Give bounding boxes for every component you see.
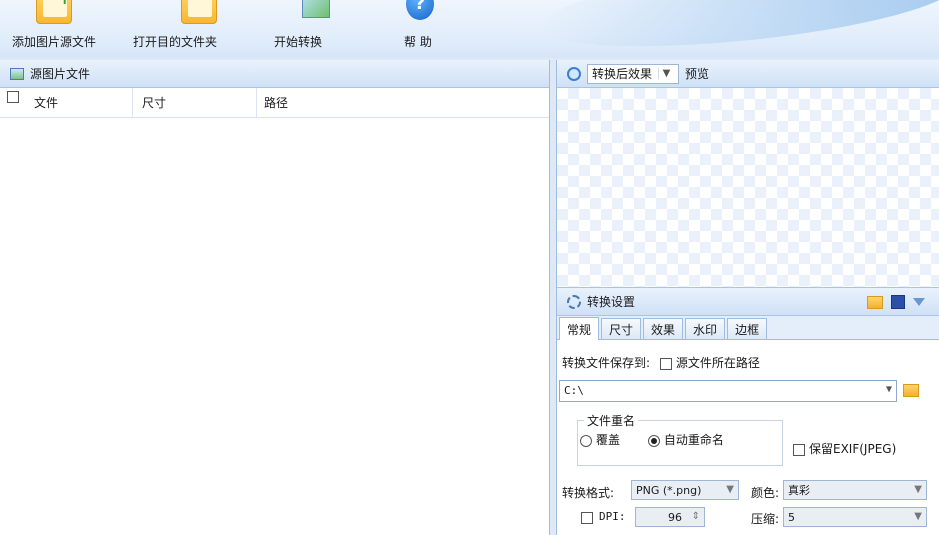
start-convert-button[interactable]: 开始转换 bbox=[274, 0, 334, 58]
dpi-checkbox[interactable] bbox=[581, 512, 593, 524]
image-icon bbox=[10, 67, 24, 80]
toolbar: + 添加图片源文件 打开目的文件夹 开始转换 ? 帮 助 bbox=[0, 0, 939, 58]
start-convert-label: 开始转换 bbox=[274, 35, 323, 49]
column-size[interactable]: 尺寸 bbox=[142, 94, 166, 111]
preview-canvas bbox=[557, 88, 939, 288]
chevron-down-icon[interactable]: ▼ bbox=[914, 484, 922, 495]
help-button[interactable]: ? 帮 助 bbox=[398, 0, 442, 58]
convert-image-icon bbox=[296, 0, 332, 26]
file-list-header: 文件 尺寸 路径 bbox=[0, 88, 549, 118]
general-settings: 转换文件保存到: 源文件所在路径 C:\ ▼ 文件重名 覆盖 自动重命名 保留E… bbox=[557, 340, 939, 520]
add-source-label: 添加图片源文件 bbox=[12, 35, 97, 49]
overwrite-radio[interactable] bbox=[580, 434, 592, 447]
compress-value: 5 bbox=[788, 510, 795, 524]
output-path-input[interactable]: C:\ ▼ bbox=[559, 380, 897, 402]
column-path[interactable]: 路径 bbox=[264, 94, 288, 111]
source-files-panel: 源图片文件 文件 尺寸 路径 bbox=[0, 60, 550, 535]
open-target-label: 打开目的文件夹 bbox=[133, 35, 218, 49]
source-files-header: 源图片文件 bbox=[0, 60, 549, 88]
preview-header: 转换后效果 ▼ 预览 bbox=[557, 60, 939, 88]
format-select[interactable]: PNG (*.png) ▼ bbox=[631, 480, 739, 500]
tab-border[interactable]: 边框 bbox=[727, 318, 768, 339]
save-settings-icon[interactable] bbox=[891, 295, 905, 309]
tab-general[interactable]: 常规 bbox=[559, 317, 600, 340]
chevron-down-icon[interactable]: ▼ bbox=[726, 484, 734, 495]
add-source-button[interactable]: + 添加图片源文件 bbox=[12, 0, 96, 58]
column-divider[interactable] bbox=[256, 88, 257, 118]
open-target-folder-button[interactable]: 打开目的文件夹 bbox=[133, 0, 217, 58]
tab-effects[interactable]: 效果 bbox=[643, 318, 684, 339]
keep-exif-label: 保留EXIF(JPEG) bbox=[809, 442, 897, 456]
color-select[interactable]: 真彩 ▼ bbox=[783, 480, 927, 500]
dpi-compress-row: DPI: 96 ⇕ 压缩: 5 ▼ bbox=[557, 501, 939, 535]
help-icon: ? bbox=[402, 0, 438, 26]
add-folder-icon: + bbox=[36, 0, 72, 26]
compress-select[interactable]: 5 ▼ bbox=[783, 507, 927, 527]
toolbar-decoration bbox=[536, 0, 939, 58]
stepper-arrows-icon[interactable]: ⇕ bbox=[692, 511, 700, 522]
load-settings-folder-icon[interactable] bbox=[867, 295, 883, 309]
preview-label: 预览 bbox=[685, 67, 710, 81]
save-to-row: 转换文件保存到: 源文件所在路径 bbox=[562, 354, 760, 371]
source-path-checkbox[interactable] bbox=[659, 357, 672, 370]
gear-icon bbox=[567, 294, 581, 309]
compress-label: 压缩: bbox=[751, 512, 780, 526]
settings-tabs: 常规 尺寸 效果 水印 边框 bbox=[557, 316, 939, 340]
settings-header: 转换设置 bbox=[557, 288, 939, 316]
select-all-checkbox[interactable] bbox=[7, 91, 19, 103]
save-to-label: 转换文件保存到: bbox=[562, 356, 651, 370]
preview-mode-value: 转换后效果 bbox=[592, 67, 653, 81]
source-path-label: 源文件所在路径 bbox=[675, 356, 760, 370]
source-files-title: 源图片文件 bbox=[30, 67, 91, 81]
output-path-value: C:\ bbox=[564, 384, 584, 397]
overwrite-label: 覆盖 bbox=[596, 433, 621, 447]
magnifier-icon bbox=[567, 66, 581, 81]
preview-mode-select[interactable]: 转换后效果 ▼ bbox=[587, 63, 680, 84]
dpi-label: DPI: bbox=[599, 510, 626, 523]
rename-group-title: 文件重名 bbox=[587, 414, 636, 428]
auto-rename-radio[interactable] bbox=[647, 434, 660, 447]
dpi-value: 96 bbox=[668, 510, 682, 524]
color-value: 真彩 bbox=[788, 484, 810, 497]
collapse-arrow-icon[interactable] bbox=[913, 298, 925, 306]
keep-exif-checkbox[interactable] bbox=[793, 443, 805, 456]
chevron-down-icon[interactable]: ▼ bbox=[914, 511, 922, 522]
format-label: 转换格式: bbox=[562, 486, 615, 500]
tab-size[interactable]: 尺寸 bbox=[601, 318, 642, 339]
format-value: PNG (*.png) bbox=[636, 483, 702, 497]
tab-watermark[interactable]: 水印 bbox=[685, 318, 726, 339]
dpi-stepper[interactable]: 96 ⇕ bbox=[635, 507, 705, 527]
auto-rename-label: 自动重命名 bbox=[663, 433, 724, 447]
column-file[interactable]: 文件 bbox=[34, 94, 58, 111]
help-label: 帮 助 bbox=[404, 35, 432, 49]
settings-title: 转换设置 bbox=[587, 295, 636, 309]
rename-group: 文件重名 覆盖 自动重命名 bbox=[577, 412, 783, 466]
chevron-down-icon[interactable]: ▼ bbox=[886, 384, 892, 395]
open-folder-icon bbox=[181, 0, 217, 26]
keep-exif-row: 保留EXIF(JPEG) bbox=[793, 440, 896, 457]
file-list[interactable] bbox=[0, 118, 549, 534]
chevron-down-icon[interactable]: ▼ bbox=[658, 68, 674, 79]
column-divider[interactable] bbox=[132, 88, 133, 118]
right-panel: 转换后效果 ▼ 预览 转换设置 常规 尺寸 效果 水印 边框 转换文件保存到: … bbox=[556, 60, 939, 535]
color-label: 颜色: bbox=[751, 486, 780, 500]
browse-folder-icon[interactable] bbox=[903, 384, 919, 397]
